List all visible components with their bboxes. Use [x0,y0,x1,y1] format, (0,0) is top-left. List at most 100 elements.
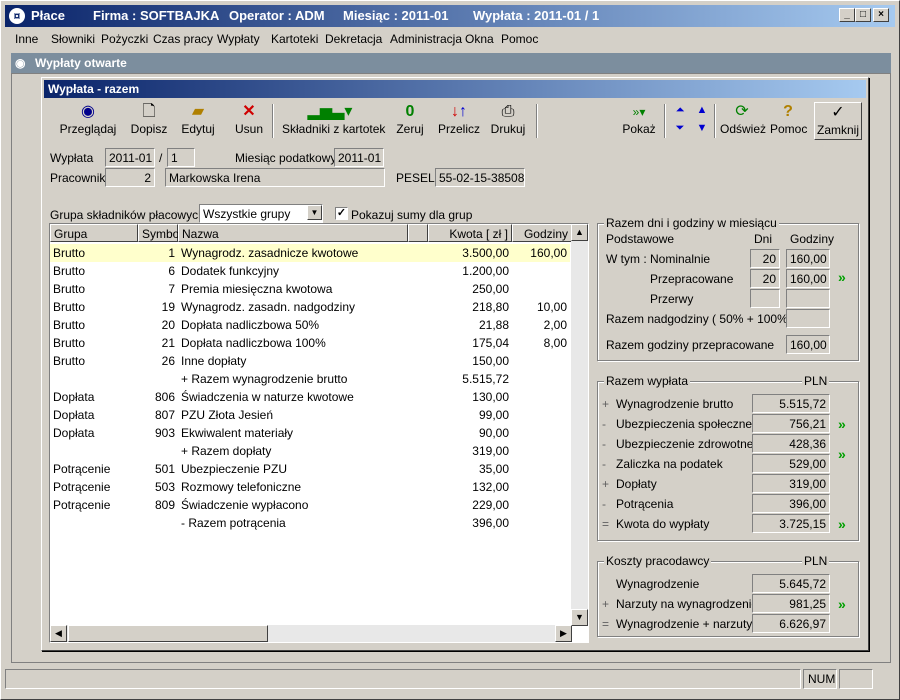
grupa-label: Grupa składników płacowych [50,208,205,222]
sign-label: + [602,597,610,611]
slash-label: / [159,151,163,165]
app-logo-icon: ¤ [9,8,25,24]
przegladaj-label: Przeglądaj [59,122,117,136]
menu-administracja[interactable]: Administracja [390,32,462,46]
menu-wyplaty[interactable]: Wypłaty [217,32,260,46]
cell-nazwa: PZU Złota Jesień [181,408,274,422]
col-godziny[interactable]: Godziny [512,224,572,242]
table-row[interactable]: Brutto 19 Wynagrodz. zasadn. nadgodziny 218… [50,298,570,316]
przegladaj-button[interactable]: ◉ Przeglądaj [58,102,118,140]
dialog-title: Wypłata - razem [48,82,140,96]
details-arrow-icon[interactable]: » [838,269,846,285]
table-row[interactable]: Brutto 6 Dodatek funkcyjny 1.200,00 [50,262,570,280]
menu-okna[interactable]: Okna [465,32,494,46]
table-row[interactable]: Dopłata 806 Świadczenia w naturze kwotowe 1… [50,388,570,406]
table-row[interactable]: Brutto 26 Inne dopłaty 150,00 [50,352,570,370]
przepracowane-label: Przepracowane [650,272,734,286]
sign-label: + [602,477,610,491]
menu-pomoc[interactable]: Pomoc [501,32,538,46]
col-kwota[interactable]: Kwota [ zł ] [428,224,512,242]
przelicz-button[interactable]: ↓↑ Przelicz [438,102,480,140]
sign-label: - [602,457,606,471]
table-row[interactable]: + Razem wynagrodzenie brutto 5.515,72 [50,370,570,388]
details-arrow-icon[interactable]: » [838,596,846,612]
odswiez-button[interactable]: ⟳ Odśwież [720,102,766,140]
details-arrow-icon[interactable]: » [838,446,846,462]
dopisz-button[interactable]: 🗋 Dopisz [130,102,168,140]
dni-col-label: Dni [754,232,773,246]
table-row[interactable]: Potrącenie 809 Świadczenie wypłacono 229,00 [50,496,570,514]
maximize-icon[interactable]: □ [855,8,871,22]
edytuj-button[interactable]: ▰ Edytuj [180,102,216,140]
menu-pozyczki[interactable]: Pożyczki [101,32,148,46]
drukuj-button[interactable]: ⎙ Drukuj [490,102,526,140]
menu-slowniki[interactable]: Słowniki [51,32,95,46]
subwindow-icon: ◉ [15,56,26,70]
pokaz-button[interactable]: »▾ Pokaż [620,102,658,140]
table-row[interactable]: Brutto 7 Premia miesięczna kwotowa 250,00 [50,280,570,298]
przepracowane-godz-field: 160,00 [786,269,830,288]
details-arrow-icon[interactable]: » [838,516,846,532]
cell-symbol: 903 [154,426,175,440]
cell-kwota: 99,00 [478,408,509,422]
cell-grupa: Potrącenie [53,462,111,476]
subwindow-title: Wypłaty otwarte [35,56,127,70]
table-row[interactable]: - Razem potrącenia 396,00 [50,514,570,532]
col-blank[interactable] [408,224,428,242]
grupa-select[interactable]: Wszystkie grupy ▼ [199,204,323,223]
col-symbol[interactable]: Symbol [138,224,182,242]
col-nazwa[interactable]: Nazwa [178,224,408,242]
minimize-icon[interactable]: _ [839,8,855,22]
scroll-down-icon[interactable]: ▼ [571,609,588,626]
miesiac-label: Miesiąc podatkowy [235,151,337,165]
vertical-scrollbar[interactable]: ▲ ▼ [571,224,588,626]
cell-godziny: 10,00 [536,300,567,314]
cell-nazwa: Premia miesięczna kwotowa [181,282,333,296]
koszty-group: Koszty pracodawcy PLN Wynagrodzenie 5.645… [597,554,859,637]
zamknij-button[interactable]: ✓ Zamknij [814,102,862,140]
cell-kwota: 229,00 [472,498,509,512]
table-row[interactable]: Dopłata 903 Ekwiwalent materiały 90,00 [50,424,570,442]
summary-label: Dopłaty [616,477,657,491]
scroll-up-icon[interactable]: ▲ [571,224,588,241]
table-row[interactable]: Potrącenie 501 Ubezpieczenie PZU 35,00 [50,460,570,478]
table-row[interactable]: Brutto 1 Wynagrodz. zasadnicze kwotowe 3.50… [50,244,570,262]
summary-label: Potrącenia [616,497,674,511]
horizontal-scrollbar[interactable]: ◀ ▶ [50,625,572,642]
statusbar: NUM [5,667,895,691]
menu-kartoteki[interactable]: Kartoteki [271,32,318,46]
cell-grupa: Brutto [53,246,86,260]
close-icon[interactable]: × [873,8,889,22]
col-grupa[interactable]: Grupa [50,224,138,242]
move-up-icon[interactable]: ▲ [694,104,710,120]
move-top-icon[interactable]: ⏶ [672,104,688,120]
skladniki-button[interactable]: ▂▅▃▾ Składniki z kartotek [282,102,385,140]
table-row[interactable]: Dopłata 807 PZU Złota Jesień 99,00 [50,406,570,424]
chevron-down-icon[interactable]: ▼ [307,205,322,220]
table-row[interactable]: Potrącenie 503 Rozmowy telefoniczne 132,00 [50,478,570,496]
wtym-label: W tym : [606,252,647,266]
move-down-icon[interactable]: ▼ [694,122,710,138]
razem-wyplata-title: Razem wypłata [604,374,691,388]
help-icon: ? [783,103,793,120]
move-bottom-icon[interactable]: ⏷ [672,122,688,138]
status-num: NUM [803,669,837,689]
components-table: Grupa Symbol Nazwa Kwota [ zł ] Godziny … [49,223,589,643]
cell-nazwa: Wynagrodz. zasadnicze kwotowe [181,246,359,260]
menu-dekretacja[interactable]: Dekretacja [325,32,382,46]
scroll-left-icon[interactable]: ◀ [50,625,67,642]
scroll-right-icon[interactable]: ▶ [555,625,572,642]
details-arrow-icon[interactable]: » [838,416,846,432]
pomoc-button[interactable]: ? Pomoc [770,102,807,140]
show-dropdown-icon: »▾ [632,105,646,119]
table-row[interactable]: + Razem dopłaty 319,00 [50,442,570,460]
menu-inne[interactable]: Inne [15,32,38,46]
table-row[interactable]: Brutto 21 Dopłata nadliczbowa 100% 175,04 8,… [50,334,570,352]
cell-kwota: 3.500,00 [462,246,509,260]
usun-button[interactable]: ✕ Usun [234,102,264,140]
menu-czas-pracy[interactable]: Czas pracy [153,32,213,46]
pokazuj-sumy-checkbox[interactable]: ✓ [335,207,348,220]
table-row[interactable]: Brutto 20 Dopłata nadliczbowa 50% 21,88 2,00 [50,316,570,334]
zeruj-button[interactable]: 0 Zeruj [394,102,426,140]
scroll-thumb[interactable] [68,625,268,642]
